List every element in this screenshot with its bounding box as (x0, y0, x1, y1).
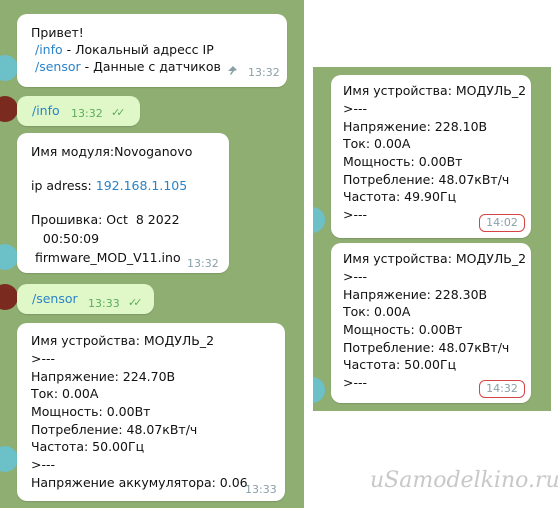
message-bubble-sensor-command: /sensor 13:33 ✓✓ (17, 284, 154, 314)
message-time: 13:33 (245, 483, 277, 496)
double-check-icon: ✓✓ (128, 296, 143, 309)
ip-address-link[interactable]: 192.168.1.105 (96, 178, 187, 193)
message-bubble-sensor-data-1432: Имя устройства: МОДУЛЬ_2 >--- Напряжение… (331, 243, 531, 403)
double-check-icon: ✓✓ (111, 106, 126, 119)
current-line: Ток: 0.00А (343, 136, 411, 151)
avatar (313, 377, 325, 403)
chat-panel-right: Имя устройства: МОДУЛЬ_2 >--- Напряжение… (313, 67, 551, 411)
power-line: Мощность: 0.00Вт (31, 404, 151, 419)
message-time: 13:32 (187, 257, 219, 270)
voltage-line: Напряжение: 228.30В (343, 287, 488, 302)
separator-line: >--- (31, 351, 56, 366)
voltage-line: Напряжение: 228.10В (343, 119, 488, 134)
firmware-time-line: 00:50:09 (31, 231, 100, 246)
power-line: Мощность: 0.00Вт (343, 154, 463, 169)
message-time: 13:32 (248, 66, 280, 79)
avatar (0, 446, 18, 472)
watermark: uSamodelkino.ru (370, 468, 559, 493)
message-bubble-welcome: Привет! /info - Локальный адресс IP /sen… (17, 14, 287, 87)
info-command-description: - Локальный адресс IP (62, 42, 214, 57)
ip-line: ip adress: 192.168.1.105 (31, 178, 187, 194)
avatar (0, 96, 18, 122)
avatar (0, 284, 18, 310)
message-line: /sensor - Данные с датчиков (35, 59, 221, 75)
message-time: 13:33 (88, 297, 120, 310)
sensor-command-text[interactable]: /sensor (32, 291, 78, 307)
message-time-highlighted: 14:02 (479, 214, 525, 232)
message-bubble-info-command: /info 13:32 ✓✓ (17, 96, 140, 126)
message-line: /info - Локальный адресс IP (35, 42, 214, 58)
firmware-line: Прошивка: Oct 8 2022 (31, 212, 180, 227)
device-name-line: Имя устройства: МОДУЛЬ_2 (343, 251, 527, 266)
ip-label: ip adress: (31, 178, 96, 193)
current-line: Ток: 0.00А (31, 386, 99, 401)
message-bubble-sensor-data-1402: Имя устройства: МОДУЛЬ_2 >--- Напряжение… (331, 75, 531, 238)
sensor-command-link[interactable]: /sensor (35, 59, 81, 74)
consumption-line: Потребление: 48.07кВт/ч (343, 340, 510, 355)
info-command-link[interactable]: /info (35, 42, 63, 57)
power-line: Мощность: 0.00Вт (343, 322, 463, 337)
separator-line: >--- (31, 457, 56, 472)
current-line: Ток: 0.00А (343, 304, 411, 319)
pin-icon (228, 66, 237, 75)
device-name-line: Имя устройства: МОДУЛЬ_2 (31, 333, 215, 348)
info-command-text[interactable]: /info (32, 103, 60, 119)
frequency-line: Частота: 49.90Гц (343, 189, 457, 204)
frequency-line: Частота: 50.00Гц (343, 357, 457, 372)
chat-panel-left: Привет! /info - Локальный адресс IP /sen… (0, 0, 304, 508)
message-bubble-sensor-data: Имя устройства: МОДУЛЬ_2 >--- Напряжение… (17, 323, 285, 501)
message-time-highlighted: 14:32 (479, 380, 525, 398)
avatar (0, 244, 18, 270)
consumption-line: Потребление: 48.07кВт/ч (31, 422, 198, 437)
message-time: 13:32 (71, 107, 103, 120)
message-line: Привет! (31, 25, 84, 40)
device-name-line: Имя устройства: МОДУЛЬ_2 (343, 83, 527, 98)
message-bubble-module-info: Имя модуля:Novoganovo ip adress: 192.168… (17, 133, 229, 273)
avatar (313, 207, 325, 233)
avatar (0, 55, 18, 81)
sensor-command-description: - Данные с датчиков (80, 59, 221, 74)
frequency-line: Частота: 50.00Гц (31, 439, 145, 454)
separator-line: >--- (343, 375, 368, 390)
voltage-line: Напряжение: 224.70В (31, 369, 176, 384)
firmware-file-line: firmware_MOD_V11.ino (31, 250, 181, 265)
consumption-line: Потребление: 48.07кВт/ч (343, 172, 510, 187)
separator-line: >--- (343, 207, 368, 222)
battery-voltage-line: Напряжение аккумулятора: 0.06 (31, 475, 248, 490)
separator-line: >--- (343, 269, 368, 284)
separator-line: >--- (343, 101, 368, 116)
module-name-line: Имя модуля:Novoganovo (31, 144, 193, 159)
